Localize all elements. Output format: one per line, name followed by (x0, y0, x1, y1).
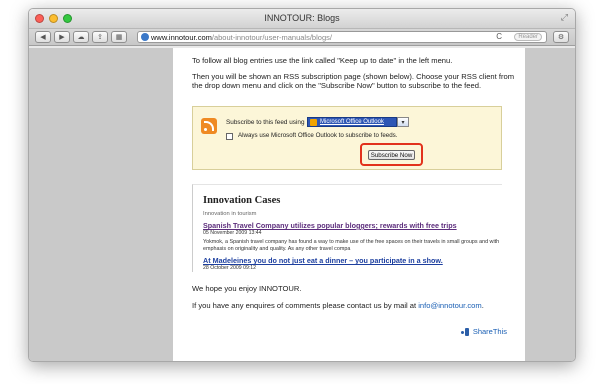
forward-button[interactable]: ▶ (54, 31, 70, 43)
page-viewport: To follow all blog entries use the link … (29, 48, 575, 361)
feed-subtitle: Innovation in tourism (203, 211, 257, 217)
site-globe-icon (141, 33, 149, 41)
feed-item-link[interactable]: Spanish Travel Company utilizes popular … (203, 221, 457, 230)
feed-preview: Innovation Cases Innovation in tourism S… (192, 184, 502, 272)
browser-toolbar: ◀ ▶ ☁ ⇪ ▦ www.innotour.com /about-innoto… (29, 29, 575, 46)
sharethis-icon (460, 327, 470, 336)
chevron-down-icon[interactable]: ▾ (397, 117, 409, 127)
address-bar[interactable]: www.innotour.com /about-innotour/user-ma… (137, 31, 547, 43)
contact-para: If you have any enquires of comments ple… (192, 301, 522, 310)
url-domain: www.innotour.com (151, 32, 212, 42)
reader-button[interactable]: Reader (514, 33, 542, 41)
sharethis-link[interactable]: ShareThis (460, 327, 507, 336)
reader-selected-option: Microsoft Office Outlook (320, 119, 384, 125)
instruction-para-2: Then you will be shown an RSS subscripti… (192, 72, 515, 91)
subscribe-label: Subscribe to this feed using (226, 119, 305, 126)
sharethis-label: ShareThis (472, 327, 507, 336)
top-sites-icon[interactable]: ▦ (111, 31, 127, 43)
url-path: /about-innotour/user-manuals/blogs/ (211, 32, 332, 42)
rss-feed-icon (201, 118, 217, 134)
fullscreen-icon[interactable]: ⤢ (561, 12, 568, 23)
feed-reader-select[interactable]: Microsoft Office Outlook ▾ (307, 117, 409, 127)
feed-item-date: 05 November 2009 13:44 (203, 230, 262, 236)
feed-item-date: 28 October 2009 09:12 (203, 265, 257, 271)
main-content: To follow all blog entries use the link … (173, 48, 525, 361)
outlook-icon (310, 119, 317, 126)
feed-item-excerpt: Yokmok, a Spanish travel company has fou… (203, 239, 500, 252)
instruction-para-1: To follow all blog entries use the link … (192, 56, 453, 65)
contact-email-link[interactable]: info@innotour.com (418, 301, 481, 310)
feed-item-link[interactable]: At Madeleines you do not just eat a dinn… (203, 256, 443, 265)
settings-gear-icon[interactable]: ⚙ (553, 31, 569, 43)
feed-title: Innovation Cases (203, 195, 281, 206)
window-title: INNOTOUR: Blogs (264, 13, 340, 23)
browser-window: INNOTOUR: Blogs ⤢ ◀ ▶ ☁ ⇪ ▦ www.innotour… (28, 8, 576, 362)
back-button[interactable]: ◀ (35, 31, 51, 43)
icloud-icon[interactable]: ☁ (73, 31, 89, 43)
contact-text: If you have any enquires of comments ple… (192, 301, 419, 310)
reload-icon[interactable]: C (496, 32, 502, 41)
contact-suffix: . (481, 301, 484, 310)
closing-para: We hope you enjoy INNOTOUR. (192, 284, 302, 293)
highlight-annotation (360, 143, 423, 166)
share-icon[interactable]: ⇪ (92, 31, 108, 43)
always-use-label: Always use Microsoft Office Outlook to s… (238, 132, 398, 139)
rss-subscription-panel: Subscribe to this feed using Microsoft O… (192, 106, 502, 170)
always-use-checkbox[interactable] (226, 133, 233, 140)
title-bar: INNOTOUR: Blogs ⤢ (29, 9, 575, 29)
